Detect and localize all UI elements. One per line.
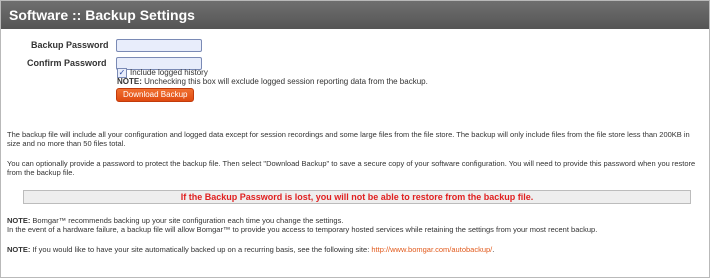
autobackup-note: NOTE: If you would like to have your sit… xyxy=(7,245,703,254)
autobackup-link[interactable]: http://www.bomgar.com/autobackup/ xyxy=(371,245,492,254)
note-text: Unchecking this box will exclude logged … xyxy=(141,77,428,86)
history-note: NOTE: Unchecking this box will exclude l… xyxy=(117,77,428,86)
password-warning: If the Backup Password is lost, you will… xyxy=(23,190,691,204)
download-backup-button[interactable]: Download Backup xyxy=(116,88,195,102)
backup-password-label: Backup Password xyxy=(31,40,109,50)
site-config-note: NOTE: Bomgar™ recommends backing up your… xyxy=(7,216,703,234)
confirm-password-label: Confirm Password xyxy=(27,58,107,68)
include-history-label: Include logged history xyxy=(130,68,208,77)
note1-label: NOTE: xyxy=(7,216,31,225)
note2-text: If you would like to have your site auto… xyxy=(30,245,372,254)
password-description: You can optionally provide a password to… xyxy=(7,159,696,177)
note1-line1: Bomgar™ recommends backing up your site … xyxy=(30,216,344,225)
note2-label: NOTE: xyxy=(7,245,31,254)
backup-description: The backup file will include all your co… xyxy=(7,130,690,148)
note-label: NOTE: xyxy=(117,77,142,86)
backup-password-input[interactable] xyxy=(116,39,202,52)
note1-line2: In the event of a hardware failure, a ba… xyxy=(7,225,598,234)
note2-end: . xyxy=(492,245,495,254)
page-title: Software :: Backup Settings xyxy=(1,1,709,29)
backup-settings-panel: Software :: Backup Settings Backup Passw… xyxy=(0,0,710,278)
